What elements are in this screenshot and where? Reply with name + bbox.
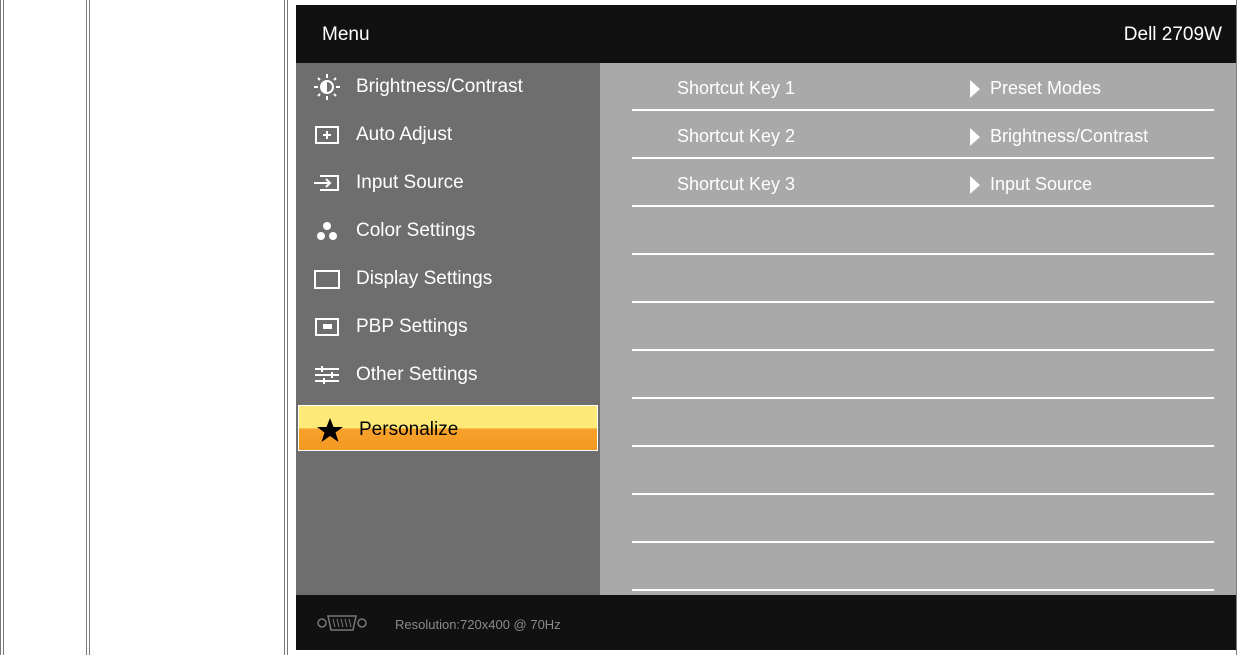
empty-row <box>632 207 1214 255</box>
menu-item-label: PBP Settings <box>356 316 468 337</box>
shortcut-row[interactable]: Shortcut Key 3 Input Source <box>632 159 1214 207</box>
input-source-icon <box>312 170 342 196</box>
empty-row <box>632 495 1214 543</box>
menu-item-other-settings[interactable]: Other Settings <box>296 351 600 399</box>
menu-item-label: Auto Adjust <box>356 124 453 145</box>
empty-row <box>632 543 1214 591</box>
pbp-settings-icon <box>312 314 342 340</box>
arrow-right-icon <box>970 80 980 98</box>
brightness-icon <box>312 74 342 100</box>
menu-item-label: Brightness/Contrast <box>356 76 523 97</box>
menu-item-pbp-settings[interactable]: PBP Settings <box>296 303 600 351</box>
auto-adjust-icon <box>312 122 342 148</box>
shortcut-key-label: Shortcut Key 3 <box>677 174 796 194</box>
menu-item-label: Color Settings <box>356 220 476 241</box>
shortcut-row[interactable]: Shortcut Key 2 Brightness/Contrast <box>632 111 1214 159</box>
menu-item-brightness-contrast[interactable]: Brightness/Contrast <box>296 63 600 111</box>
menu-item-auto-adjust[interactable]: Auto Adjust <box>296 111 600 159</box>
osd-footer: Resolution:720x400 @ 70Hz <box>296 595 1236 650</box>
empty-row <box>632 255 1214 303</box>
osd-header: Menu Dell 2709W <box>296 5 1236 63</box>
vga-connector-icon <box>316 614 368 637</box>
other-settings-icon <box>312 362 342 388</box>
menu-title: Menu <box>322 24 370 45</box>
shortcut-value: Input Source <box>990 174 1093 194</box>
resolution-status: Resolution:720x400 @ 70Hz <box>395 617 561 632</box>
shortcut-row[interactable]: Shortcut Key 1 Preset Modes <box>632 63 1214 111</box>
osd-menu: Menu Dell 2709W Brightness/Contrast Auto… <box>296 5 1236 650</box>
menu-item-color-settings[interactable]: Color Settings <box>296 207 600 255</box>
menu-item-personalize[interactable]: Personalize <box>298 405 598 451</box>
arrow-right-icon <box>970 176 980 194</box>
menu-item-label: Display Settings <box>356 268 493 289</box>
shortcut-value: Preset Modes <box>990 78 1102 98</box>
menu-item-label: Input Source <box>356 172 464 193</box>
star-icon <box>315 417 345 443</box>
menu-item-label: Other Settings <box>356 364 478 385</box>
empty-row <box>632 303 1214 351</box>
frame-divider <box>1236 0 1237 655</box>
shortcut-key-label: Shortcut Key 1 <box>677 78 796 98</box>
arrow-right-icon <box>970 128 980 146</box>
monitor-model: Dell 2709W <box>1123 24 1222 45</box>
shortcut-value: Brightness/Contrast <box>990 126 1149 146</box>
frame-divider <box>86 0 90 655</box>
color-settings-icon <box>312 218 342 244</box>
submenu-panel: Shortcut Key 1 Preset Modes Shortcut Key… <box>600 63 1236 595</box>
menu-item-input-source[interactable]: Input Source <box>296 159 600 207</box>
frame-divider <box>0 0 4 655</box>
empty-row <box>632 447 1214 495</box>
main-menu: Brightness/Contrast Auto Adjust Input So… <box>296 63 600 595</box>
menu-item-display-settings[interactable]: Display Settings <box>296 255 600 303</box>
menu-item-label: Personalize <box>359 419 459 440</box>
shortcut-key-label: Shortcut Key 2 <box>677 126 796 146</box>
empty-row <box>632 399 1214 447</box>
empty-row <box>632 351 1214 399</box>
frame-divider <box>284 0 288 655</box>
display-settings-icon <box>312 266 342 292</box>
